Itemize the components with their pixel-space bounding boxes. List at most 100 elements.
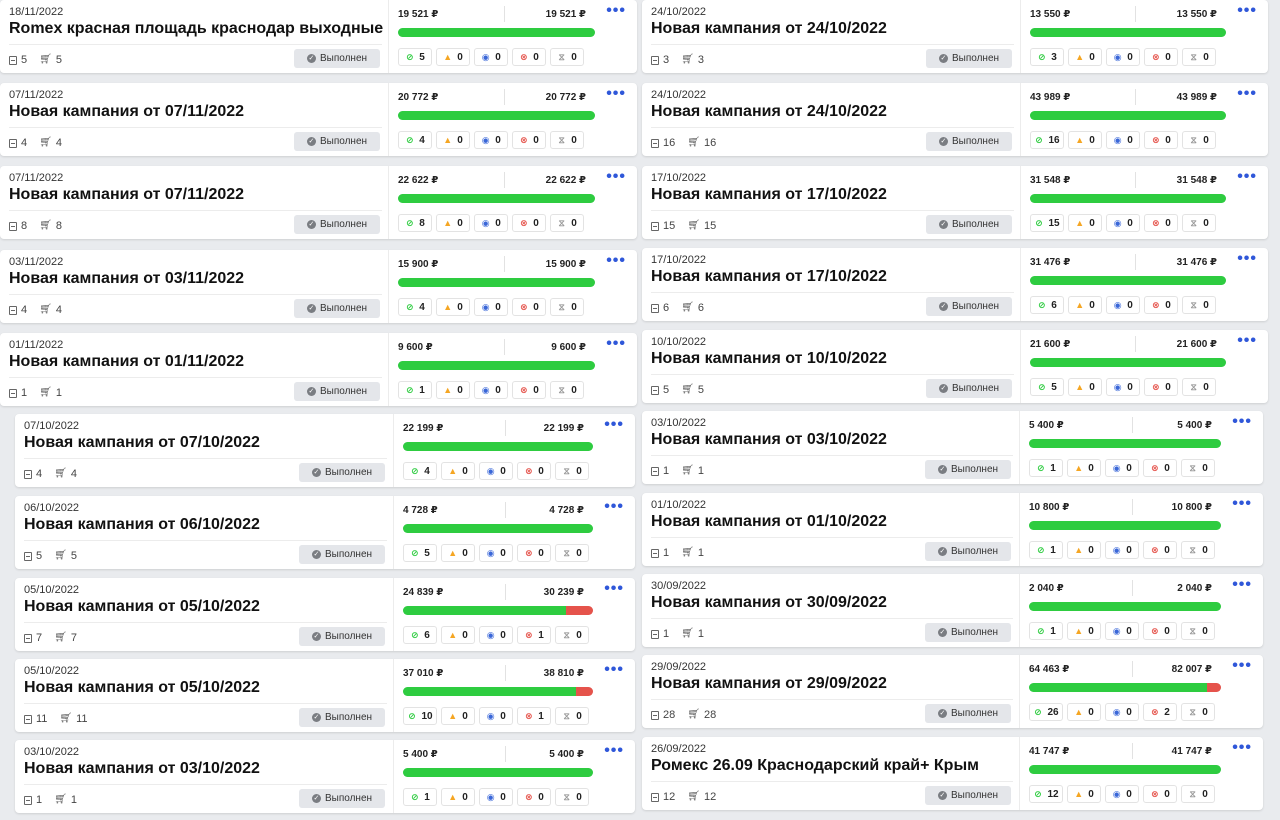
stat-in-progress[interactable]: ◉ 0	[479, 462, 513, 480]
campaign-title[interactable]: Новая кампания от 24/10/2022	[651, 20, 887, 38]
stat-done[interactable]: ⊘ 8	[398, 214, 432, 232]
stat-in-progress[interactable]: ◉ 0	[1106, 131, 1140, 149]
stat-in-progress[interactable]: ◉ 0	[1105, 703, 1139, 721]
stat-like[interactable]: ▲ 0	[436, 131, 470, 149]
stat-like[interactable]: ▲ 0	[441, 544, 475, 562]
stat-like[interactable]: ▲ 0	[436, 48, 470, 66]
stat-done[interactable]: ⊘ 1	[403, 788, 437, 806]
stat-done[interactable]: ⊘ 26	[1029, 703, 1063, 721]
campaign-title[interactable]: Новая кампания от 07/10/2022	[24, 434, 260, 452]
stat-like[interactable]: ▲ 0	[441, 462, 475, 480]
stat-in-progress[interactable]: ◉ 0	[479, 707, 513, 725]
stat-like[interactable]: ▲ 0	[436, 214, 470, 232]
stat-done[interactable]: ⊘ 4	[403, 462, 437, 480]
stat-done[interactable]: ⊘ 4	[398, 298, 432, 316]
campaign-card[interactable]: 01/11/2022 Новая кампания от 01/11/2022 …	[0, 333, 637, 406]
more-dots-icon[interactable]: •••	[606, 168, 626, 186]
more-dots-icon[interactable]: •••	[1232, 657, 1252, 675]
campaign-card[interactable]: 03/10/2022 Новая кампания от 03/10/2022 …	[15, 740, 635, 813]
stat-waiting[interactable]: ⧖ 0	[1181, 622, 1215, 640]
more-dots-icon[interactable]: •••	[604, 661, 624, 679]
stat-done[interactable]: ⊘ 16	[1030, 131, 1064, 149]
stat-in-progress[interactable]: ◉ 0	[1106, 378, 1140, 396]
campaign-card[interactable]: 03/10/2022 Новая кампания от 03/10/2022 …	[642, 411, 1263, 484]
more-dots-icon[interactable]: •••	[1232, 413, 1252, 431]
stat-in-progress[interactable]: ◉ 0	[479, 544, 513, 562]
stat-cancelled[interactable]: ⊗ 0	[1144, 48, 1178, 66]
stat-waiting[interactable]: ⧖ 0	[550, 48, 584, 66]
campaign-card[interactable]: 03/11/2022 Новая кампания от 03/11/2022 …	[0, 250, 637, 323]
stat-in-progress[interactable]: ◉ 0	[474, 131, 508, 149]
stat-waiting[interactable]: ⧖ 0	[1181, 785, 1215, 803]
campaign-title[interactable]: Новая кампания от 01/11/2022	[9, 353, 244, 371]
stat-waiting[interactable]: ⧖ 0	[550, 131, 584, 149]
campaign-title[interactable]: Новая кампания от 06/10/2022	[24, 516, 260, 534]
stat-waiting[interactable]: ⧖ 0	[550, 298, 584, 316]
campaign-title[interactable]: Новая кампания от 01/10/2022	[651, 513, 887, 531]
stat-waiting[interactable]: ⧖ 0	[555, 788, 589, 806]
stat-in-progress[interactable]: ◉ 0	[474, 381, 508, 399]
stat-in-progress[interactable]: ◉ 0	[474, 48, 508, 66]
more-dots-icon[interactable]: •••	[1232, 576, 1252, 594]
stat-cancelled[interactable]: ⊗ 0	[517, 544, 551, 562]
stat-like[interactable]: ▲ 0	[1067, 541, 1101, 559]
stat-like[interactable]: ▲ 0	[436, 298, 470, 316]
stat-done[interactable]: ⊘ 5	[1030, 378, 1064, 396]
campaign-card[interactable]: 17/10/2022 Новая кампания от 17/10/2022 …	[642, 166, 1268, 239]
stat-cancelled[interactable]: ⊗ 0	[517, 462, 551, 480]
stat-in-progress[interactable]: ◉ 0	[479, 788, 513, 806]
stat-waiting[interactable]: ⧖ 0	[555, 707, 589, 725]
stat-like[interactable]: ▲ 0	[1068, 214, 1102, 232]
campaign-title[interactable]: Новая кампания от 10/10/2022	[651, 350, 887, 368]
stat-done[interactable]: ⊘ 15	[1030, 214, 1064, 232]
stat-cancelled[interactable]: ⊗ 0	[517, 788, 551, 806]
campaign-title[interactable]: Новая кампания от 30/09/2022	[651, 594, 887, 612]
more-dots-icon[interactable]: •••	[604, 498, 624, 516]
campaign-title[interactable]: Новая кампания от 03/11/2022	[9, 270, 244, 288]
stat-cancelled[interactable]: ⊗ 0	[1144, 131, 1178, 149]
more-dots-icon[interactable]: •••	[606, 2, 626, 20]
stat-cancelled[interactable]: ⊗ 0	[1144, 378, 1178, 396]
stat-waiting[interactable]: ⧖ 0	[1181, 459, 1215, 477]
campaign-card[interactable]: 30/09/2022 Новая кампания от 30/09/2022 …	[642, 574, 1263, 647]
campaign-card[interactable]: 05/10/2022 Новая кампания от 05/10/2022 …	[15, 659, 635, 732]
campaign-title[interactable]: Новая кампания от 24/10/2022	[651, 103, 887, 121]
stat-waiting[interactable]: ⧖ 0	[1182, 214, 1216, 232]
stat-like[interactable]: ▲ 0	[441, 707, 475, 725]
more-dots-icon[interactable]: •••	[1237, 2, 1257, 20]
campaign-card[interactable]: 10/10/2022 Новая кампания от 10/10/2022 …	[642, 330, 1268, 403]
stat-done[interactable]: ⊘ 3	[1030, 48, 1064, 66]
stat-in-progress[interactable]: ◉ 0	[1105, 785, 1139, 803]
stat-waiting[interactable]: ⧖ 0	[555, 626, 589, 644]
stat-waiting[interactable]: ⧖ 0	[1182, 378, 1216, 396]
campaign-title[interactable]: Новая кампания от 03/10/2022	[651, 431, 887, 449]
more-dots-icon[interactable]: •••	[604, 742, 624, 760]
campaign-title[interactable]: Новая кампания от 03/10/2022	[24, 760, 260, 778]
stat-cancelled[interactable]: ⊗ 0	[512, 298, 546, 316]
stat-like[interactable]: ▲ 0	[1068, 48, 1102, 66]
stat-in-progress[interactable]: ◉ 0	[479, 626, 513, 644]
stat-cancelled[interactable]: ⊗ 0	[1143, 459, 1177, 477]
campaign-card[interactable]: 07/11/2022 Новая кампания от 07/11/2022 …	[0, 83, 637, 156]
more-dots-icon[interactable]: •••	[1237, 168, 1257, 186]
stat-in-progress[interactable]: ◉ 0	[1106, 296, 1140, 314]
more-dots-icon[interactable]: •••	[1232, 495, 1252, 513]
more-dots-icon[interactable]: •••	[604, 580, 624, 598]
stat-cancelled[interactable]: ⊗ 1	[517, 707, 551, 725]
campaign-title[interactable]: Новая кампания от 07/11/2022	[9, 186, 244, 204]
stat-waiting[interactable]: ⧖ 0	[1182, 48, 1216, 66]
stat-done[interactable]: ⊘ 1	[398, 381, 432, 399]
stat-in-progress[interactable]: ◉ 0	[474, 214, 508, 232]
stat-waiting[interactable]: ⧖ 0	[555, 462, 589, 480]
campaign-title[interactable]: Новая кампания от 17/10/2022	[651, 268, 887, 286]
campaign-card[interactable]: 01/10/2022 Новая кампания от 01/10/2022 …	[642, 493, 1263, 566]
more-dots-icon[interactable]: •••	[1237, 85, 1257, 103]
stat-like[interactable]: ▲ 0	[1067, 785, 1101, 803]
stat-like[interactable]: ▲ 0	[1067, 622, 1101, 640]
stat-in-progress[interactable]: ◉ 0	[474, 298, 508, 316]
more-dots-icon[interactable]: •••	[1237, 250, 1257, 268]
stat-in-progress[interactable]: ◉ 0	[1105, 459, 1139, 477]
stat-cancelled[interactable]: ⊗ 0	[512, 381, 546, 399]
campaign-card[interactable]: 24/10/2022 Новая кампания от 24/10/2022 …	[642, 83, 1268, 156]
campaign-title[interactable]: Новая кампания от 07/11/2022	[9, 103, 244, 121]
